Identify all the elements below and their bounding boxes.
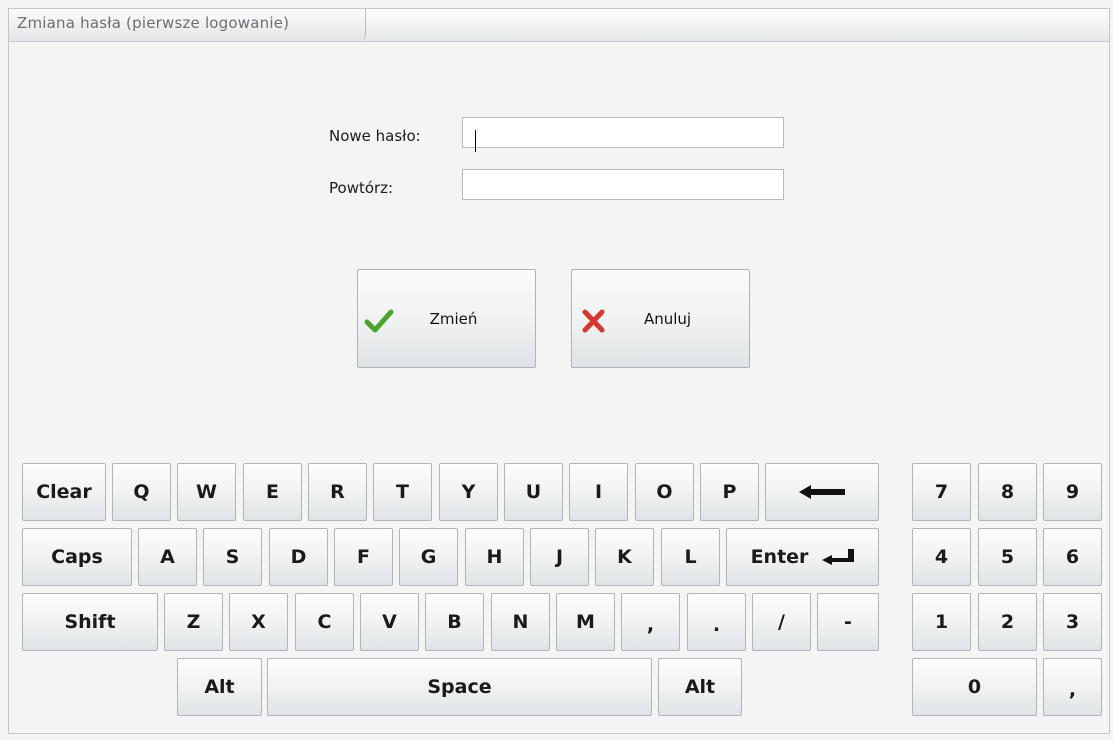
text-caret: [475, 130, 476, 152]
key-d[interactable]: D: [269, 528, 328, 586]
key-a[interactable]: A: [138, 528, 197, 586]
numpad-key-9[interactable]: 9: [1043, 463, 1102, 521]
key-i[interactable]: I: [569, 463, 628, 521]
key-shift[interactable]: Shift: [22, 593, 158, 651]
numpad-key-comma[interactable]: ,: [1043, 658, 1102, 716]
repeat-password-input[interactable]: [462, 169, 784, 200]
numpad-key-5[interactable]: 5: [978, 528, 1037, 586]
password-change-window: Zmiana hasła (pierwsze logowanie) Nowe h…: [8, 8, 1110, 734]
key-minus[interactable]: -: [817, 593, 879, 651]
numpad-key-2[interactable]: 2: [978, 593, 1037, 651]
key-c[interactable]: C: [295, 593, 354, 651]
numpad-key-6[interactable]: 6: [1043, 528, 1102, 586]
key-u[interactable]: U: [504, 463, 563, 521]
new-password-label: Nowe hasło:: [329, 127, 421, 145]
key-backspace[interactable]: [765, 463, 879, 521]
window-title: Zmiana hasła (pierwsze logowanie): [9, 9, 366, 41]
new-password-input[interactable]: [462, 117, 784, 148]
numpad-key-0[interactable]: 0: [912, 658, 1037, 716]
enter-return-icon: [822, 549, 855, 565]
key-k[interactable]: K: [595, 528, 654, 586]
key-g[interactable]: G: [399, 528, 458, 586]
key-period[interactable]: .: [687, 593, 746, 651]
key-alt-left[interactable]: Alt: [177, 658, 262, 716]
key-j[interactable]: J: [530, 528, 589, 586]
cancel-button-label: Anuluj: [643, 310, 692, 328]
key-p[interactable]: P: [700, 463, 759, 521]
key-w[interactable]: W: [177, 463, 236, 521]
numpad-key-1[interactable]: 1: [912, 593, 971, 651]
key-n[interactable]: N: [491, 593, 550, 651]
change-button-label: Zmień: [429, 310, 478, 328]
change-button[interactable]: Zmień: [357, 269, 536, 368]
numpad-key-4[interactable]: 4: [912, 528, 971, 586]
key-f[interactable]: F: [334, 528, 393, 586]
numpad-key-3[interactable]: 3: [1043, 593, 1102, 651]
key-clear[interactable]: Clear: [22, 463, 106, 521]
key-alt-right[interactable]: Alt: [658, 658, 742, 716]
key-y[interactable]: Y: [439, 463, 498, 521]
key-e[interactable]: E: [243, 463, 302, 521]
key-q[interactable]: Q: [112, 463, 171, 521]
title-bar: Zmiana hasła (pierwsze logowanie): [9, 9, 1109, 42]
key-m[interactable]: M: [556, 593, 615, 651]
key-o[interactable]: O: [635, 463, 694, 521]
key-enter[interactable]: Enter: [726, 528, 879, 586]
key-enter-label: Enter: [750, 546, 809, 568]
key-t[interactable]: T: [373, 463, 432, 521]
numpad-key-7[interactable]: 7: [912, 463, 971, 521]
key-caps[interactable]: Caps: [22, 528, 132, 586]
key-l[interactable]: L: [661, 528, 720, 586]
key-z[interactable]: Z: [164, 593, 223, 651]
repeat-password-label: Powtórz:: [329, 179, 394, 197]
key-comma[interactable]: ,: [621, 593, 680, 651]
key-x[interactable]: X: [229, 593, 288, 651]
backspace-arrow-icon: [799, 485, 845, 499]
cancel-button[interactable]: Anuluj: [571, 269, 750, 368]
key-v[interactable]: V: [360, 593, 419, 651]
numpad-key-8[interactable]: 8: [978, 463, 1037, 521]
key-r[interactable]: R: [308, 463, 367, 521]
key-slash[interactable]: /: [752, 593, 811, 651]
key-space[interactable]: Space: [267, 658, 652, 716]
key-h[interactable]: H: [465, 528, 524, 586]
key-b[interactable]: B: [425, 593, 484, 651]
key-s[interactable]: S: [203, 528, 262, 586]
